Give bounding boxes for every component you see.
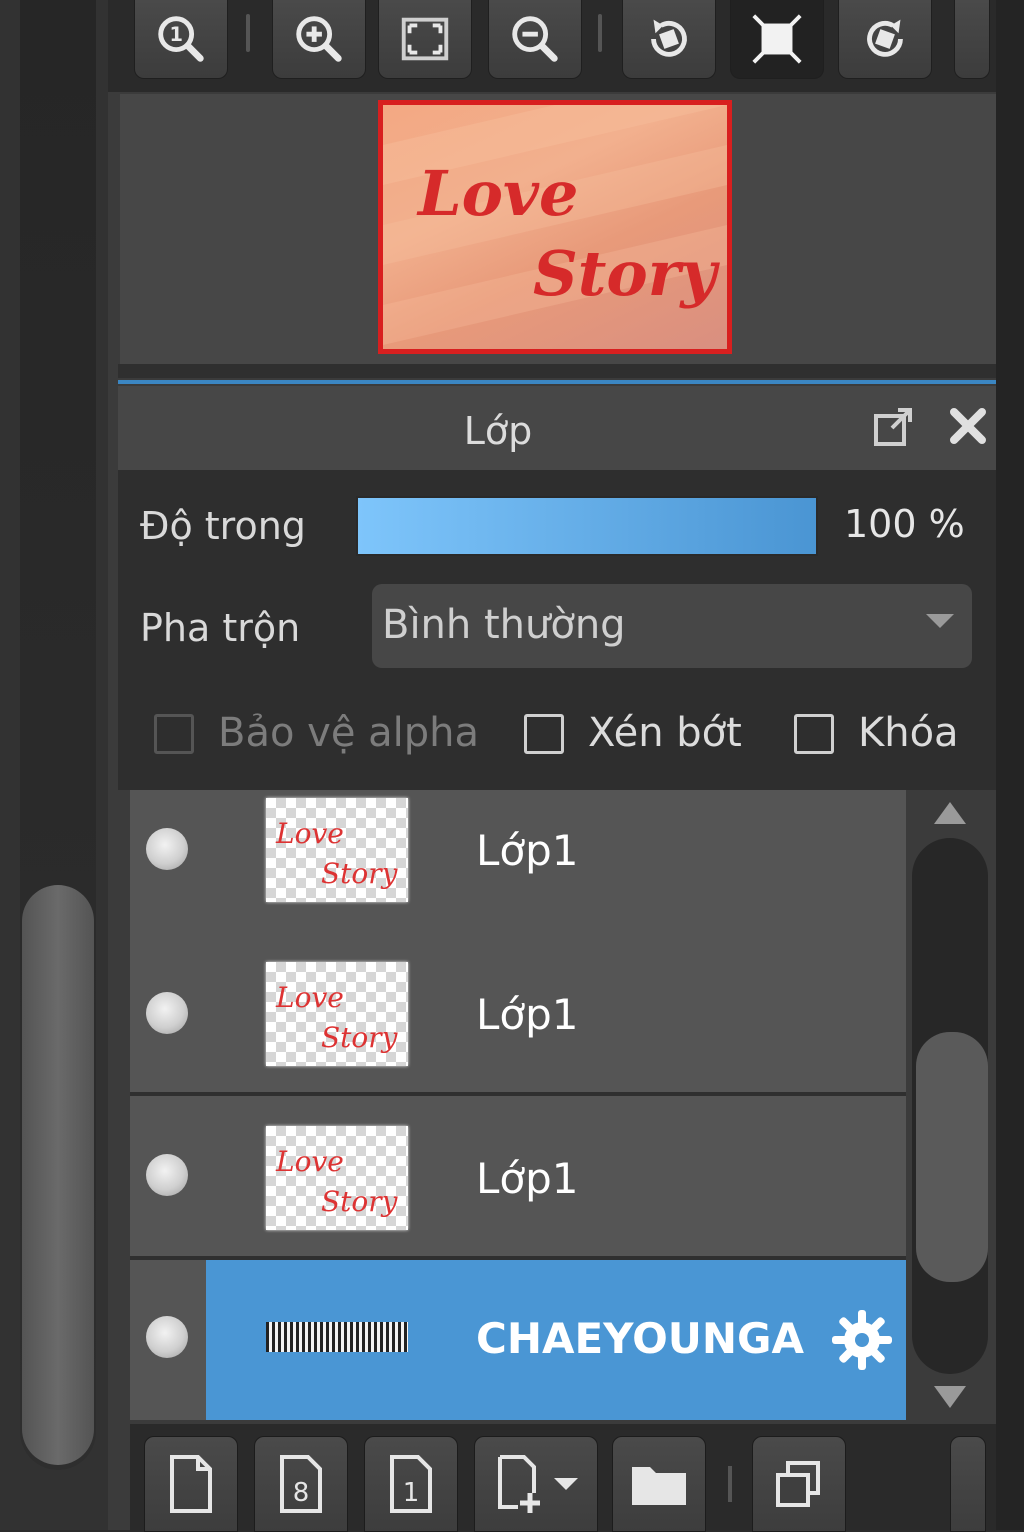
layer-thumbnail (266, 1322, 408, 1352)
gear-icon[interactable] (830, 1308, 894, 1372)
layer-panel-header: Lớp (118, 386, 996, 470)
svg-text:Love: Love (416, 157, 578, 230)
rotate-right-button[interactable] (838, 0, 932, 79)
zoom-actual-button[interactable]: 1 (134, 0, 228, 79)
blend-mode-label: Pha trộn (140, 606, 301, 650)
lock-checkbox[interactable] (794, 714, 834, 754)
blend-mode-value: Bình thường (382, 602, 626, 648)
scroll-up-icon[interactable] (934, 802, 966, 824)
chevron-down-icon (554, 1478, 578, 1490)
zoom-out-icon (512, 16, 558, 62)
new-folder-button[interactable] (612, 1436, 706, 1532)
new-layer-icon (170, 1455, 212, 1513)
fullscreen-button[interactable] (730, 0, 824, 79)
opacity-value: 100 % (844, 502, 965, 546)
svg-text:1: 1 (169, 23, 182, 46)
zoom-actual-icon: 1 (158, 16, 204, 62)
toolbar-overflow-button[interactable] (954, 0, 990, 79)
add-layer-menu-icon (498, 1455, 540, 1513)
side-panel: 1 Love Story Lớp Độ trong 100 % Pha trộn… (108, 0, 1003, 1532)
clipping-label: Xén bớt (588, 710, 742, 756)
left-scroll-strip (0, 0, 108, 1530)
panel-divider[interactable] (118, 380, 996, 384)
zoom-in-icon (296, 16, 342, 62)
visibility-toggle[interactable] (146, 992, 188, 1034)
protect-alpha-label: Bảo vệ alpha (218, 710, 480, 756)
right-edge (996, 0, 1024, 1530)
protect-alpha-checkbox[interactable] (154, 714, 194, 754)
visibility-toggle[interactable] (146, 828, 188, 870)
fit-screen-button[interactable] (378, 0, 472, 79)
close-icon[interactable] (944, 402, 992, 450)
new-1bit-layer-button[interactable]: 1 (364, 1436, 458, 1532)
layer-row[interactable]: Love Story Lớp1 (130, 790, 906, 948)
svg-text:Story: Story (321, 1185, 399, 1218)
new-layer-button[interactable] (144, 1436, 238, 1532)
lock-label: Khóa (858, 710, 959, 756)
svg-text:Love: Love (275, 1145, 344, 1178)
navigator-toolbar: 1 (108, 0, 996, 92)
zoom-in-button[interactable] (272, 0, 366, 79)
scrollbar-thumb[interactable] (916, 1032, 988, 1282)
fullscreen-icon (752, 14, 802, 64)
duplicate-layer-button[interactable] (752, 1436, 846, 1532)
chevron-down-icon (926, 614, 954, 628)
svg-text:8: 8 (293, 1478, 310, 1508)
svg-text:Love: Love (275, 981, 344, 1014)
svg-text:Story: Story (321, 1021, 399, 1054)
rotate-left-button[interactable] (622, 0, 716, 79)
blend-mode-select[interactable]: Bình thường (372, 584, 972, 668)
layer-toolbar: 8 1 (130, 1424, 996, 1532)
toolbar-separator (246, 14, 250, 52)
layer-row-selected[interactable]: CHAEYOUNGA (130, 1260, 906, 1420)
new-folder-icon (632, 1467, 686, 1505)
rotate-left-icon (651, 19, 687, 57)
visibility-toggle[interactable] (146, 1154, 188, 1196)
layer-toolbar-overflow-button[interactable] (950, 1436, 986, 1532)
svg-text:1: 1 (403, 1478, 420, 1508)
canvas-preview[interactable]: Love Story (378, 100, 732, 354)
svg-text:Story: Story (321, 857, 399, 890)
layer-name: Lớp1 (476, 990, 579, 1039)
layer-name: Lớp1 (476, 826, 579, 875)
layer-panel-title: Lớp (463, 409, 533, 453)
left-scrollbar-thumb[interactable] (22, 885, 94, 1465)
opacity-slider[interactable] (356, 496, 818, 556)
new-8bit-layer-icon: 8 (280, 1455, 322, 1513)
navigator-bottom-border (118, 364, 996, 378)
new-1bit-layer-icon: 1 (390, 1455, 432, 1513)
toolbar-separator (728, 1466, 732, 1502)
navigator-view[interactable]: Love Story (120, 94, 996, 364)
layer-name: CHAEYOUNGA (476, 1314, 805, 1363)
duplicate-layer-icon (776, 1461, 820, 1507)
layer-list-scrollbar (910, 790, 990, 1420)
rotate-right-icon (867, 19, 903, 57)
layer-properties: Độ trong 100 % Pha trộn Bình thường Bảo … (118, 470, 996, 790)
layer-list: Love Story Lớp1 Love Story Lớp1 Love Sto… (130, 790, 906, 1420)
scroll-down-icon[interactable] (934, 1386, 966, 1408)
toolbar-separator (598, 14, 602, 52)
layer-thumbnail: Love Story (266, 1126, 408, 1230)
add-layer-menu-button[interactable] (474, 1436, 598, 1532)
layer-row[interactable]: Love Story Lớp1 (130, 1096, 906, 1260)
visibility-toggle[interactable] (146, 1316, 188, 1358)
opacity-label: Độ trong (140, 504, 306, 548)
clipping-checkbox[interactable] (524, 714, 564, 754)
fit-screen-icon (401, 17, 449, 61)
layer-thumbnail: Love Story (266, 798, 408, 902)
svg-text:Story: Story (533, 237, 720, 310)
layer-name: Lớp1 (476, 1154, 579, 1203)
svg-text:Love: Love (275, 817, 344, 850)
popout-icon[interactable] (870, 404, 918, 452)
zoom-out-button[interactable] (488, 0, 582, 79)
layer-row[interactable]: Love Story Lớp1 (130, 934, 906, 1096)
scrollbar-track[interactable] (912, 838, 988, 1374)
canvas-preview-image: Love Story (383, 105, 727, 345)
layer-thumbnail: Love Story (266, 962, 408, 1066)
new-8bit-layer-button[interactable]: 8 (254, 1436, 348, 1532)
